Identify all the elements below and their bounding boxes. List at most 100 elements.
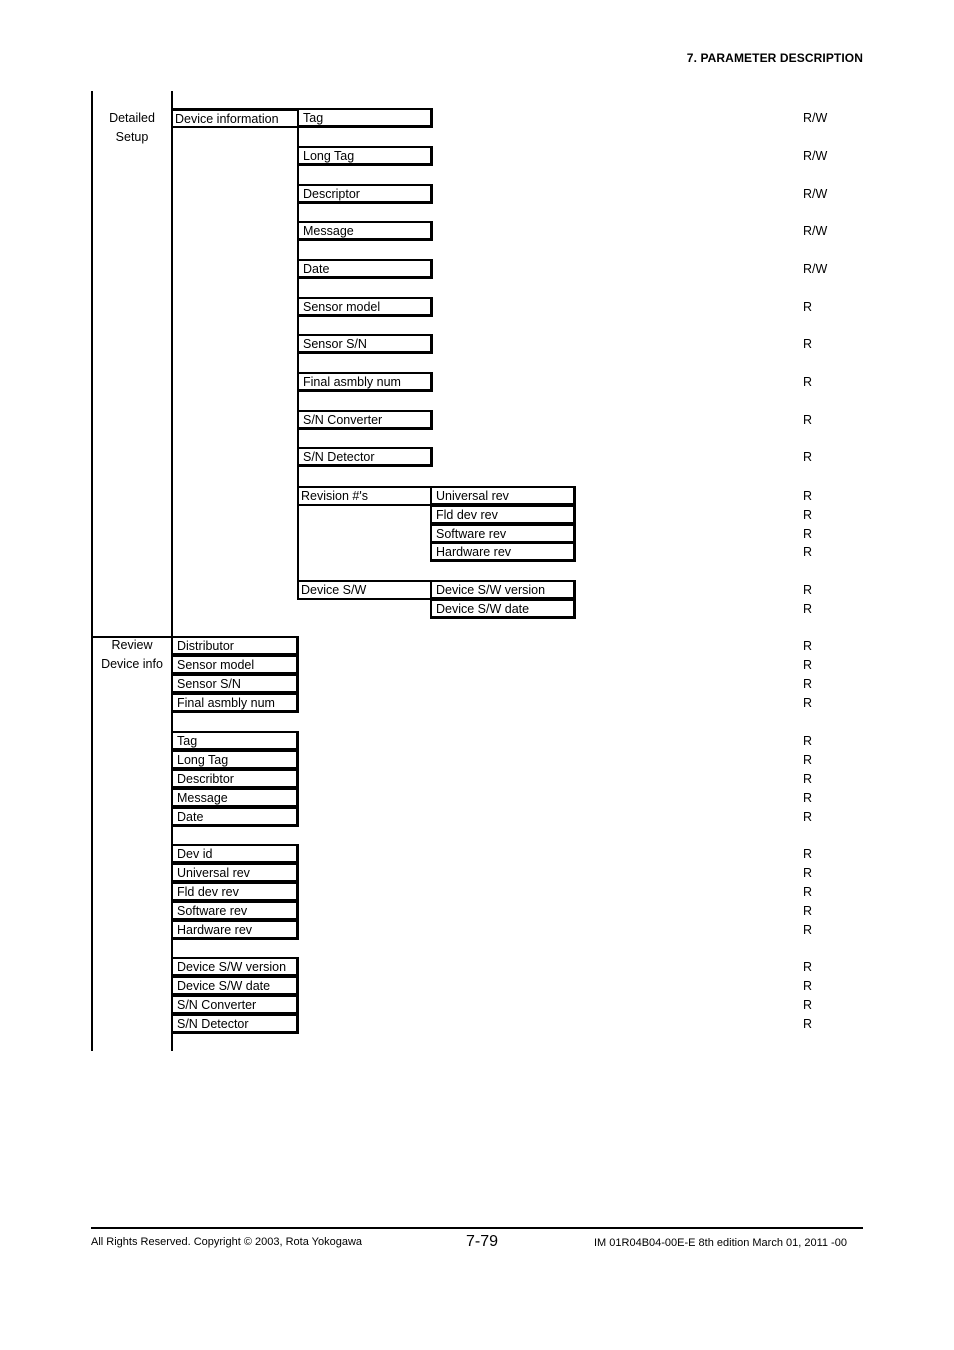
access-mode: R	[803, 375, 813, 389]
review-item-label: Final asmbly num	[177, 695, 275, 710]
review-item-label: Fld dev rev	[177, 884, 239, 899]
access-mode: R	[803, 847, 813, 861]
review-item-label: Sensor S/N	[177, 676, 241, 691]
review-item[interactable]: S/N Converter	[171, 994, 299, 1015]
review-item-label: Sensor model	[177, 657, 255, 672]
detailed-setup-item[interactable]: Descriptor	[297, 184, 433, 204]
review-item[interactable]: Final asmbly num	[171, 692, 299, 713]
review-item-label: Hardware rev	[177, 922, 253, 937]
review-item[interactable]: Sensor S/N	[171, 673, 299, 694]
detailed-setup-item-label: S/N Converter	[303, 413, 383, 427]
review-device-info-label: Review Device info	[93, 636, 171, 674]
access-mode: R	[803, 583, 813, 597]
access-mode: R/W	[803, 149, 828, 163]
access-mode: R/W	[803, 111, 828, 125]
detailed-setup-item[interactable]: Final asmbly num	[297, 372, 433, 392]
access-mode: R	[803, 526, 813, 541]
review-item[interactable]: Message	[171, 787, 299, 808]
review-item[interactable]: Tag	[171, 731, 299, 751]
review-item[interactable]: Date	[171, 806, 299, 827]
review-item[interactable]: Distributor	[171, 636, 299, 656]
review-item[interactable]: Universal rev	[171, 862, 299, 883]
review-item[interactable]: Hardware rev	[171, 919, 299, 940]
device-sw-item-label: Device S/W version	[436, 583, 546, 597]
review-item[interactable]: Sensor model	[171, 654, 299, 675]
access-mode: R	[803, 865, 813, 880]
detailed-setup-item-label: Long Tag	[303, 149, 355, 163]
access-mode: R	[803, 997, 813, 1012]
detailed-setup-item[interactable]: Long Tag	[297, 146, 433, 166]
revisions-node[interactable]: Revision #'s	[297, 486, 432, 506]
review-item-label: Message	[177, 790, 228, 805]
access-mode: R	[803, 657, 813, 672]
device-sw-node[interactable]: Device S/W	[297, 580, 432, 600]
access-mode: R	[803, 809, 813, 824]
review-item[interactable]: Describtor	[171, 768, 299, 789]
access-mode: R	[803, 903, 813, 918]
revision-item[interactable]: Fld dev rev	[430, 504, 576, 525]
review-item[interactable]: Software rev	[171, 900, 299, 921]
review-label-line1: Review	[111, 638, 153, 652]
review-item-label: Device S/W date	[177, 978, 271, 993]
review-item-label: Long Tag	[177, 752, 229, 767]
access-mode: R	[803, 695, 813, 710]
detailed-setup-item[interactable]: Message	[297, 221, 433, 241]
footer-rule	[91, 1227, 863, 1229]
review-label-line2: Device info	[101, 657, 163, 671]
section-title: 7. PARAMETER DESCRIPTION	[686, 51, 863, 65]
device-sw-item-label: Device S/W date	[436, 602, 530, 616]
access-mode: R	[803, 978, 813, 993]
access-mode: R	[803, 771, 813, 786]
device-sw-label: Device S/W	[301, 583, 367, 597]
access-mode: R	[803, 507, 813, 522]
detailed-setup-item-label: Descriptor	[303, 187, 360, 201]
revision-item[interactable]: Universal rev	[430, 486, 576, 506]
detailed-setup-item-label: S/N Detector	[303, 450, 375, 464]
revision-item[interactable]: Software rev	[430, 523, 576, 544]
access-mode: R	[803, 752, 813, 767]
footer-page-number: 7-79	[466, 1233, 499, 1250]
revisions-label: Revision #'s	[301, 489, 368, 503]
detailed-setup-item-label: Date	[303, 262, 330, 276]
review-item-label: Date	[177, 809, 204, 824]
access-mode: R	[803, 790, 813, 805]
review-item[interactable]: Fld dev rev	[171, 881, 299, 902]
detailed-setup-item[interactable]: S/N Detector	[297, 447, 433, 467]
review-item[interactable]: S/N Detector	[171, 1013, 299, 1034]
detailed-setup-item[interactable]: Sensor model	[297, 297, 433, 317]
access-mode: R	[803, 676, 813, 691]
review-item[interactable]: Device S/W version	[171, 957, 299, 977]
access-mode: R	[803, 489, 813, 503]
detailed-setup-item-label: Sensor S/N	[303, 337, 367, 351]
access-mode: R	[803, 734, 813, 748]
access-mode: R	[803, 639, 813, 653]
detailed-setup-item[interactable]: Sensor S/N	[297, 334, 433, 354]
detailed-setup-item[interactable]: S/N Converter	[297, 410, 433, 430]
tree-left-border	[91, 91, 93, 1051]
device-information-branch-line	[297, 108, 299, 600]
review-item-label: S/N Detector	[177, 1016, 249, 1031]
review-item-label: Software rev	[177, 903, 248, 918]
access-mode: R	[803, 450, 813, 464]
detailed-setup-item[interactable]: Date	[297, 259, 433, 279]
review-item[interactable]: Dev id	[171, 844, 299, 864]
detailed-setup-label: Detailed Setup	[93, 109, 171, 147]
revision-item[interactable]: Hardware rev	[430, 542, 576, 563]
review-item[interactable]: Device S/W date	[171, 975, 299, 996]
device-sw-item[interactable]: Device S/W version	[430, 580, 576, 600]
access-mode: R	[803, 1016, 813, 1031]
device-sw-item[interactable]: Device S/W date	[430, 599, 576, 619]
detailed-setup-label-line1: Detailed	[109, 111, 155, 125]
detailed-setup-item[interactable]: Tag	[297, 108, 433, 128]
review-item[interactable]: Long Tag	[171, 749, 299, 770]
access-mode: R	[803, 337, 813, 351]
review-item-label: Distributor	[177, 639, 234, 653]
device-information-node[interactable]: Device information	[171, 108, 299, 128]
access-mode: R/W	[803, 262, 828, 276]
access-mode: R	[803, 884, 813, 899]
access-mode: R	[803, 960, 813, 974]
footer-copyright: All Rights Reserved. Copyright © 2003, R…	[91, 1236, 363, 1248]
review-item-label: Describtor	[177, 771, 234, 786]
device-information-label: Device information	[175, 112, 279, 126]
detailed-setup-item-label: Sensor model	[303, 300, 381, 314]
